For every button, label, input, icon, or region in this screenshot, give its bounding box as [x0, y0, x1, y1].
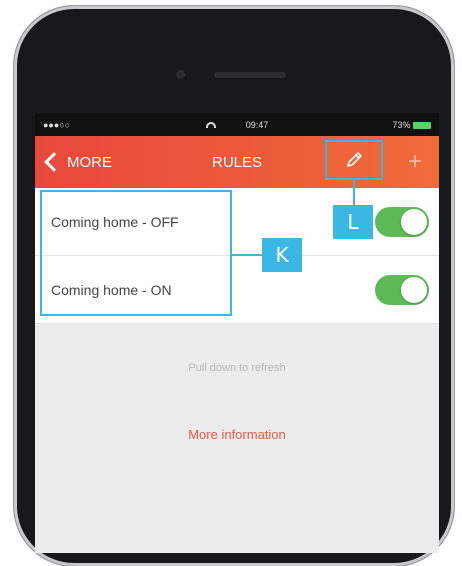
front-camera [176, 70, 185, 79]
wifi-icon [205, 121, 216, 128]
callout-k-badge: K [262, 238, 302, 272]
callout-l-badge: L [333, 205, 373, 239]
callout-l-connector [353, 178, 355, 205]
rules-highlight-box [40, 190, 232, 316]
pull-to-refresh-hint: Pull down to refresh [188, 362, 286, 374]
pencil-icon [347, 152, 362, 167]
rule-toggle[interactable] [375, 274, 429, 305]
callout-k-connector [230, 254, 262, 256]
status-time: 09:47 [245, 119, 269, 130]
earpiece-speaker [214, 72, 286, 78]
nav-bar: MORE RULES + [35, 136, 439, 188]
more-information-link[interactable]: More information [35, 427, 439, 442]
status-center: 09:47 [35, 113, 439, 136]
add-rule-button[interactable]: + [395, 136, 435, 188]
rule-toggle[interactable] [375, 206, 429, 237]
app-screen: ●●●○○ 09:47 73% MORE RULES + Coming home… [35, 113, 439, 553]
edit-button[interactable] [325, 140, 383, 180]
status-bar: ●●●○○ 09:47 73% [35, 113, 439, 136]
